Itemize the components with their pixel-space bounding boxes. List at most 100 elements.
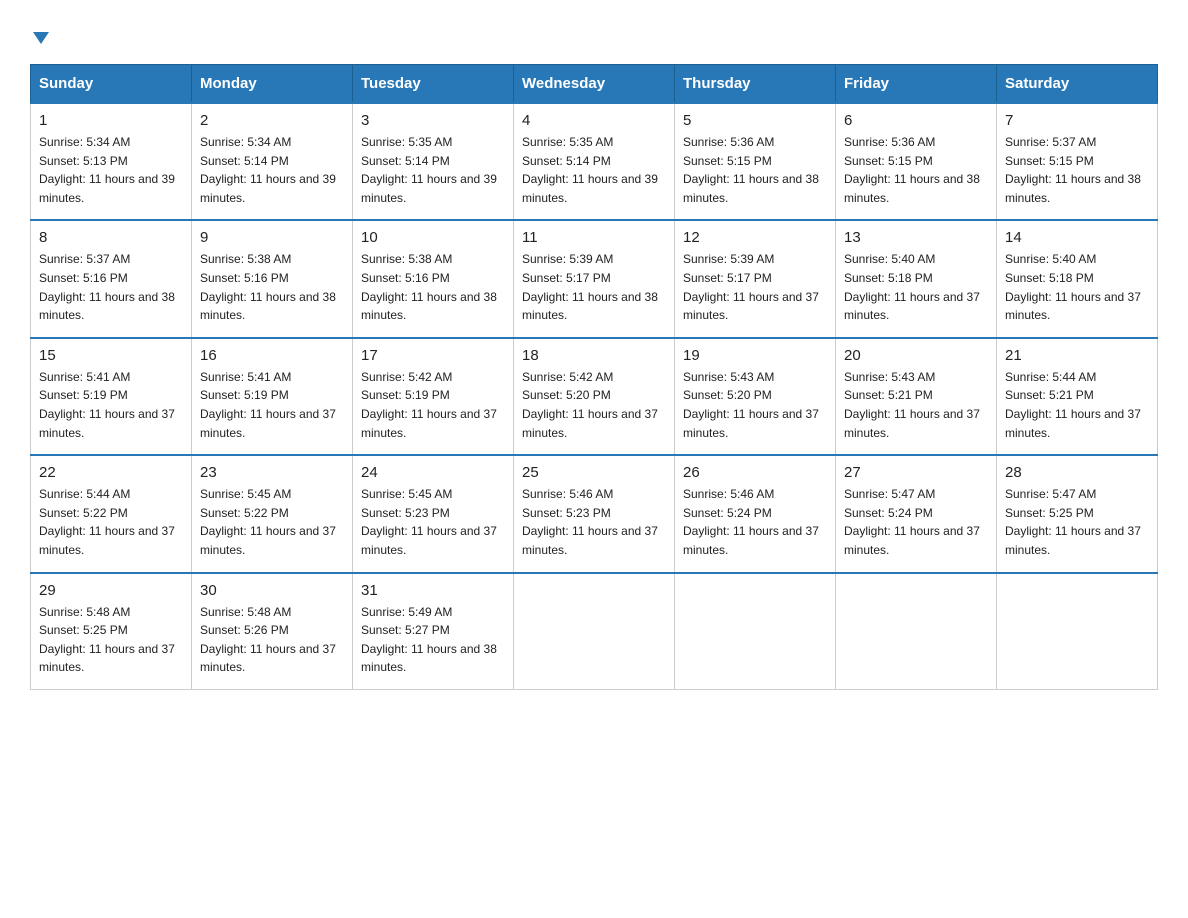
day-number: 20 [844,347,988,364]
day-info: Sunrise: 5:44 AMSunset: 5:22 PMDaylight:… [39,487,175,557]
day-info: Sunrise: 5:37 AMSunset: 5:15 PMDaylight:… [1005,135,1141,205]
header-day-friday: Friday [836,65,997,104]
day-info: Sunrise: 5:48 AMSunset: 5:26 PMDaylight:… [200,605,336,675]
calendar-cell: 3 Sunrise: 5:35 AMSunset: 5:14 PMDayligh… [353,103,514,220]
day-info: Sunrise: 5:34 AMSunset: 5:14 PMDaylight:… [200,135,336,205]
day-number: 11 [522,229,666,246]
day-number: 6 [844,112,988,129]
calendar-cell: 25 Sunrise: 5:46 AMSunset: 5:23 PMDaylig… [514,455,675,572]
calendar-table: SundayMondayTuesdayWednesdayThursdayFrid… [30,64,1158,690]
day-number: 26 [683,464,827,481]
calendar-cell [836,573,997,690]
logo-container [30,30,49,44]
day-number: 28 [1005,464,1149,481]
day-number: 30 [200,582,344,599]
day-info: Sunrise: 5:35 AMSunset: 5:14 PMDaylight:… [522,135,658,205]
calendar-cell: 13 Sunrise: 5:40 AMSunset: 5:18 PMDaylig… [836,220,997,337]
calendar-cell: 30 Sunrise: 5:48 AMSunset: 5:26 PMDaylig… [192,573,353,690]
calendar-cell: 11 Sunrise: 5:39 AMSunset: 5:17 PMDaylig… [514,220,675,337]
day-number: 1 [39,112,183,129]
day-info: Sunrise: 5:44 AMSunset: 5:21 PMDaylight:… [1005,370,1141,440]
calendar-cell: 8 Sunrise: 5:37 AMSunset: 5:16 PMDayligh… [31,220,192,337]
day-info: Sunrise: 5:35 AMSunset: 5:14 PMDaylight:… [361,135,497,205]
day-number: 15 [39,347,183,364]
day-info: Sunrise: 5:47 AMSunset: 5:24 PMDaylight:… [844,487,980,557]
day-number: 7 [1005,112,1149,129]
calendar-cell: 26 Sunrise: 5:46 AMSunset: 5:24 PMDaylig… [675,455,836,572]
calendar-cell: 14 Sunrise: 5:40 AMSunset: 5:18 PMDaylig… [997,220,1158,337]
day-number: 4 [522,112,666,129]
header-day-thursday: Thursday [675,65,836,104]
day-info: Sunrise: 5:47 AMSunset: 5:25 PMDaylight:… [1005,487,1141,557]
day-info: Sunrise: 5:36 AMSunset: 5:15 PMDaylight:… [683,135,819,205]
day-info: Sunrise: 5:49 AMSunset: 5:27 PMDaylight:… [361,605,497,675]
calendar-cell: 5 Sunrise: 5:36 AMSunset: 5:15 PMDayligh… [675,103,836,220]
day-info: Sunrise: 5:41 AMSunset: 5:19 PMDaylight:… [200,370,336,440]
calendar-cell [997,573,1158,690]
day-number: 10 [361,229,505,246]
header [30,30,1158,44]
calendar-cell [514,573,675,690]
calendar-cell: 24 Sunrise: 5:45 AMSunset: 5:23 PMDaylig… [353,455,514,572]
week-row-1: 8 Sunrise: 5:37 AMSunset: 5:16 PMDayligh… [31,220,1158,337]
day-info: Sunrise: 5:40 AMSunset: 5:18 PMDaylight:… [1005,252,1141,322]
calendar-cell: 23 Sunrise: 5:45 AMSunset: 5:22 PMDaylig… [192,455,353,572]
day-info: Sunrise: 5:40 AMSunset: 5:18 PMDaylight:… [844,252,980,322]
calendar-cell: 15 Sunrise: 5:41 AMSunset: 5:19 PMDaylig… [31,338,192,455]
day-info: Sunrise: 5:38 AMSunset: 5:16 PMDaylight:… [200,252,336,322]
day-number: 12 [683,229,827,246]
header-day-wednesday: Wednesday [514,65,675,104]
day-number: 2 [200,112,344,129]
calendar-header: SundayMondayTuesdayWednesdayThursdayFrid… [31,65,1158,104]
day-number: 23 [200,464,344,481]
day-number: 18 [522,347,666,364]
day-info: Sunrise: 5:46 AMSunset: 5:23 PMDaylight:… [522,487,658,557]
day-info: Sunrise: 5:34 AMSunset: 5:13 PMDaylight:… [39,135,175,205]
header-day-tuesday: Tuesday [353,65,514,104]
day-info: Sunrise: 5:42 AMSunset: 5:19 PMDaylight:… [361,370,497,440]
day-info: Sunrise: 5:43 AMSunset: 5:21 PMDaylight:… [844,370,980,440]
day-number: 19 [683,347,827,364]
day-number: 25 [522,464,666,481]
header-row: SundayMondayTuesdayWednesdayThursdayFrid… [31,65,1158,104]
header-day-monday: Monday [192,65,353,104]
calendar-body: 1 Sunrise: 5:34 AMSunset: 5:13 PMDayligh… [31,103,1158,689]
day-info: Sunrise: 5:46 AMSunset: 5:24 PMDaylight:… [683,487,819,557]
calendar-cell: 9 Sunrise: 5:38 AMSunset: 5:16 PMDayligh… [192,220,353,337]
calendar-cell: 12 Sunrise: 5:39 AMSunset: 5:17 PMDaylig… [675,220,836,337]
day-number: 14 [1005,229,1149,246]
calendar-cell: 6 Sunrise: 5:36 AMSunset: 5:15 PMDayligh… [836,103,997,220]
day-info: Sunrise: 5:45 AMSunset: 5:23 PMDaylight:… [361,487,497,557]
calendar-cell: 7 Sunrise: 5:37 AMSunset: 5:15 PMDayligh… [997,103,1158,220]
logo-general-text [30,30,49,44]
calendar-cell: 10 Sunrise: 5:38 AMSunset: 5:16 PMDaylig… [353,220,514,337]
calendar-cell: 19 Sunrise: 5:43 AMSunset: 5:20 PMDaylig… [675,338,836,455]
day-info: Sunrise: 5:48 AMSunset: 5:25 PMDaylight:… [39,605,175,675]
day-number: 5 [683,112,827,129]
day-number: 9 [200,229,344,246]
calendar-cell: 17 Sunrise: 5:42 AMSunset: 5:19 PMDaylig… [353,338,514,455]
logo-name-block [30,30,49,44]
calendar-cell: 2 Sunrise: 5:34 AMSunset: 5:14 PMDayligh… [192,103,353,220]
day-number: 31 [361,582,505,599]
week-row-4: 29 Sunrise: 5:48 AMSunset: 5:25 PMDaylig… [31,573,1158,690]
calendar-cell: 29 Sunrise: 5:48 AMSunset: 5:25 PMDaylig… [31,573,192,690]
day-number: 22 [39,464,183,481]
day-number: 17 [361,347,505,364]
calendar-cell: 18 Sunrise: 5:42 AMSunset: 5:20 PMDaylig… [514,338,675,455]
day-number: 27 [844,464,988,481]
calendar-cell: 21 Sunrise: 5:44 AMSunset: 5:21 PMDaylig… [997,338,1158,455]
logo [30,30,49,44]
day-info: Sunrise: 5:36 AMSunset: 5:15 PMDaylight:… [844,135,980,205]
day-info: Sunrise: 5:41 AMSunset: 5:19 PMDaylight:… [39,370,175,440]
day-number: 3 [361,112,505,129]
calendar-cell: 16 Sunrise: 5:41 AMSunset: 5:19 PMDaylig… [192,338,353,455]
day-number: 8 [39,229,183,246]
header-day-sunday: Sunday [31,65,192,104]
day-number: 21 [1005,347,1149,364]
day-info: Sunrise: 5:39 AMSunset: 5:17 PMDaylight:… [522,252,658,322]
day-info: Sunrise: 5:37 AMSunset: 5:16 PMDaylight:… [39,252,175,322]
calendar-cell: 28 Sunrise: 5:47 AMSunset: 5:25 PMDaylig… [997,455,1158,572]
calendar-cell: 4 Sunrise: 5:35 AMSunset: 5:14 PMDayligh… [514,103,675,220]
day-number: 16 [200,347,344,364]
